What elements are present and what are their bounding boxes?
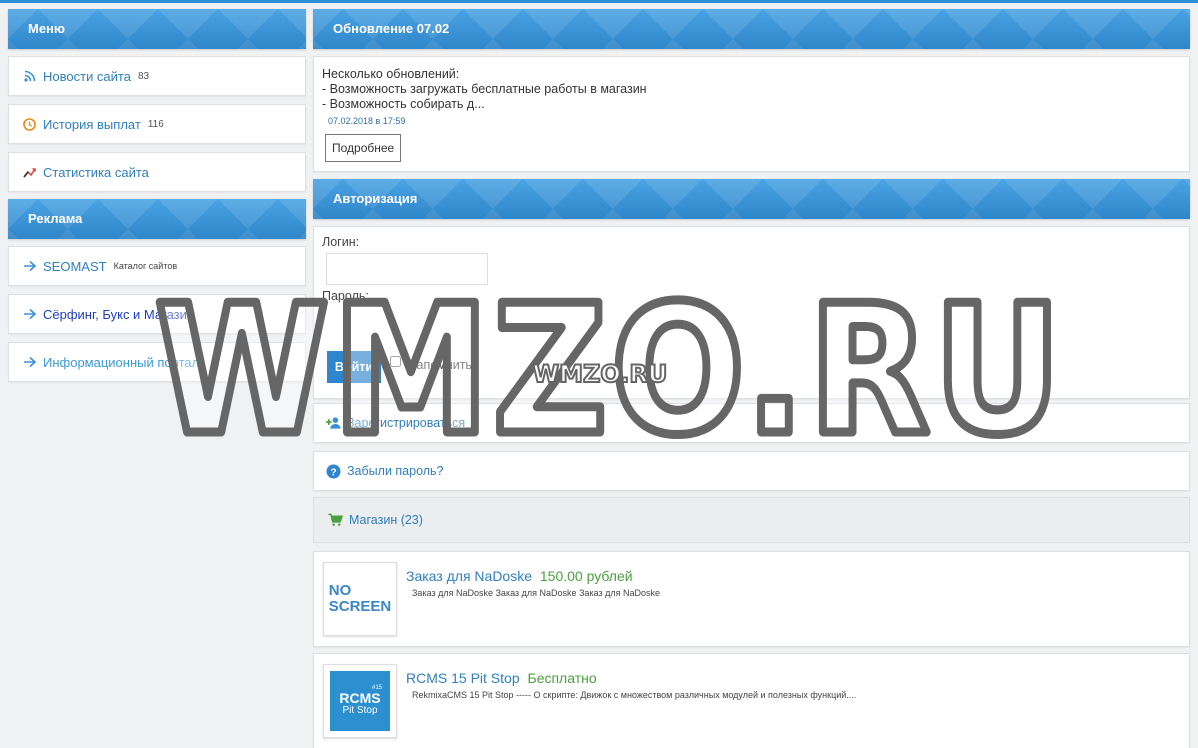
arrow-right-icon [22, 259, 37, 274]
arrow-right-icon [22, 307, 37, 322]
ad-item-label: SEOMAST [43, 258, 107, 274]
forgot-password-link[interactable]: ? Забыли пароль? [313, 451, 1190, 491]
svg-text:?: ? [330, 467, 336, 478]
remember-checkbox-label[interactable]: Запомнить [390, 355, 472, 372]
sidebar-item-payouts[interactable]: История выплат 116 [8, 104, 306, 144]
more-button[interactable]: Подробнее [325, 134, 402, 162]
add-user-icon [326, 416, 341, 431]
shop-link[interactable]: Магазин (23) [313, 497, 1190, 543]
cart-icon [328, 513, 343, 528]
sidebar-item-label: История выплат [43, 116, 141, 132]
news-line: Несколько обновлений: [322, 67, 460, 81]
thumb-line: SCREEN [328, 598, 392, 615]
thumb-line: NO [328, 582, 352, 599]
product-card: #15 RCMS Pit Stop RCMS 15 Pit Stop Беспл… [313, 653, 1190, 748]
ad-item-seomast[interactable]: SEOMAST Каталог сайтов [8, 246, 306, 286]
ad-item-sub: Каталог сайтов [113, 261, 178, 271]
product-thumbnail[interactable]: #15 RCMS Pit Stop [323, 664, 397, 738]
product-title[interactable]: RCMS 15 Pit Stop [406, 670, 520, 686]
news-line: - Возможность загружать бесплатные работ… [322, 82, 647, 96]
product-thumbnail[interactable]: NO SCREEN [323, 562, 397, 636]
no-screen-placeholder: NO SCREEN [329, 583, 392, 615]
login-label: Логин: [322, 235, 360, 249]
auth-header: Авторизация [313, 179, 1190, 219]
register-link[interactable]: Зарегистрироваться [313, 403, 1190, 443]
sidebar-item-label: Статистика сайта [43, 164, 149, 180]
ad-item-portal[interactable]: Информационный портал [8, 342, 306, 382]
login-field[interactable] [326, 253, 488, 285]
product-price: Бесплатно [527, 670, 597, 686]
register-label: Зарегистрироваться [347, 416, 466, 430]
payouts-count: 116 [147, 118, 164, 130]
history-icon [22, 117, 37, 132]
news-count: 83 [137, 70, 150, 82]
top-accent-line [0, 0, 1198, 3]
remember-label: Запомнить [409, 358, 472, 372]
rcms-subtitle: Pit Stop [342, 705, 378, 716]
news-date: 07.02.2018 в 17:59 [328, 116, 406, 126]
ad-item-label: Сёрфинг, Букс и Магазин [43, 306, 195, 322]
ad-item-surfing[interactable]: Сёрфинг, Букс и Магазин [8, 294, 306, 334]
news-line: - Возможность собирать д... [322, 97, 485, 111]
rss-icon [22, 69, 37, 84]
product-title[interactable]: Заказ для NaDoske [406, 568, 532, 584]
menu-header: Меню [8, 9, 306, 49]
shop-label: Магазин (23) [349, 513, 423, 527]
news-header: Обновление 07.02 [313, 9, 1190, 49]
product-title-line: RCMS 15 Pit Stop Бесплатно [406, 670, 597, 686]
forgot-label: Забыли пароль? [347, 464, 444, 478]
ad-item-label: Информационный портал [43, 354, 200, 370]
login-button[interactable]: Войти [327, 351, 381, 383]
product-title-line: Заказ для NaDoske 150.00 рублей [406, 568, 633, 584]
arrow-right-icon [22, 355, 37, 370]
remember-checkbox[interactable] [390, 355, 401, 367]
product-price: 150.00 рублей [539, 568, 633, 584]
sidebar-item-news[interactable]: Новости сайта 83 [8, 56, 306, 96]
news-card: Несколько обновлений: - Возможность загр… [313, 56, 1190, 172]
rcms-logo: #15 RCMS Pit Stop [330, 671, 390, 731]
password-label: Пароль: [322, 289, 369, 303]
product-description: RekmixaCMS 15 Pit Stop ----- О скрипте: … [412, 690, 857, 700]
help-icon: ? [326, 464, 341, 479]
ads-header: Реклама [8, 199, 306, 239]
sidebar-item-stats[interactable]: Статистика сайта [8, 152, 306, 192]
sidebar-item-label: Новости сайта [43, 68, 131, 84]
product-description: Заказ для NaDoske Заказ для NaDoske Зака… [412, 588, 661, 598]
rcms-title: RCMS [339, 690, 381, 706]
auth-card: Логин: Пароль: Войти Запомнить [313, 226, 1190, 399]
stats-icon [22, 165, 37, 180]
product-card: NO SCREEN Заказ для NaDoske 150.00 рубле… [313, 551, 1190, 647]
